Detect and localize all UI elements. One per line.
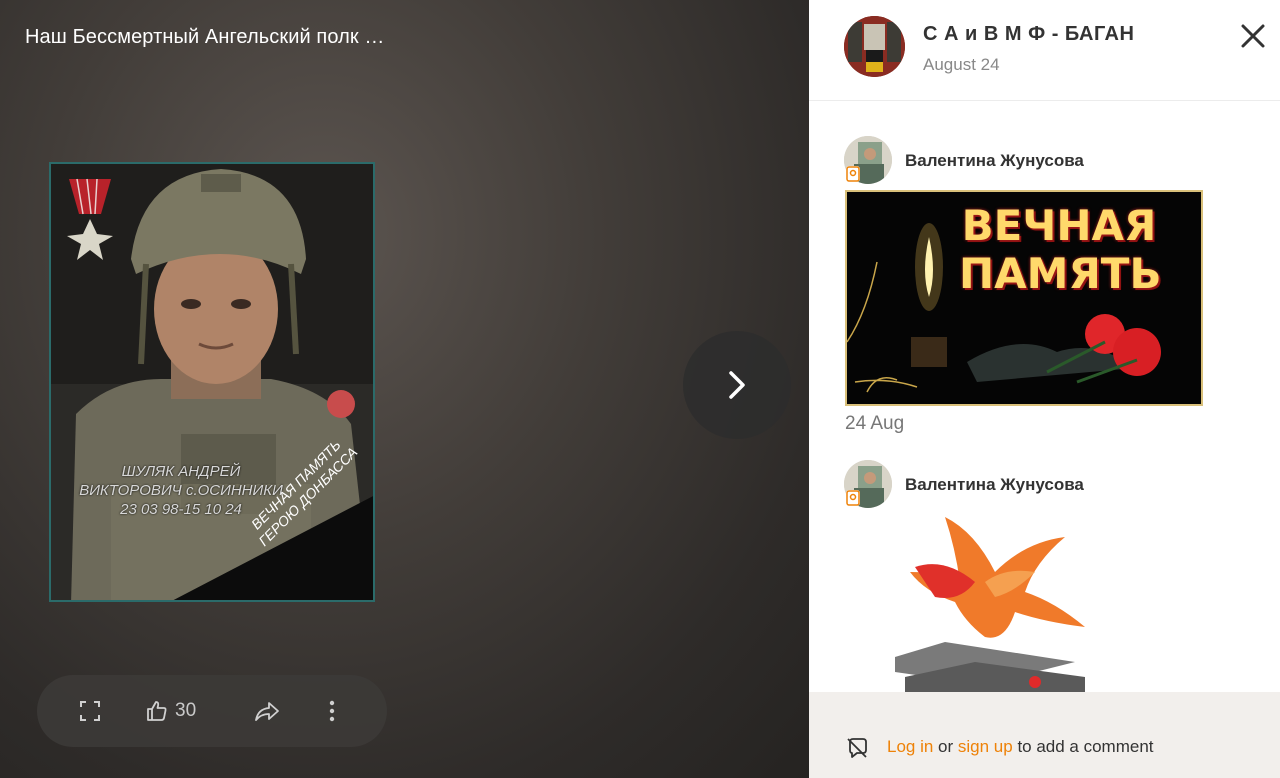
group-avatar[interactable]: [844, 16, 905, 77]
image-headline: ВЕЧНАЯ ПАМЯТЬ: [959, 201, 1162, 298]
close-icon: [1241, 24, 1265, 48]
fullscreen-button[interactable]: [79, 675, 101, 747]
share-button[interactable]: [254, 675, 280, 747]
photo-toolbar: 30: [37, 675, 387, 747]
album-title: Наш Бессмертный Ангельский полк …: [25, 26, 385, 48]
ok-badge-icon: [846, 166, 860, 182]
comment-image-phoenix[interactable]: [885, 512, 1105, 692]
more-vertical-icon: [329, 700, 335, 722]
comments-off-icon: [847, 738, 867, 758]
ok-badge-icon: [846, 490, 860, 506]
comment-date: 24 Aug: [845, 413, 905, 434]
login-link[interactable]: Log in: [887, 737, 933, 756]
fullscreen-icon: [80, 701, 100, 721]
phoenix-flame-image: [895, 517, 1085, 692]
share-icon: [255, 702, 279, 721]
image-headline-line-1: ВЕЧНАЯ: [961, 201, 1157, 250]
signup-link[interactable]: sign up: [958, 737, 1013, 756]
thumbs-up-icon: [147, 701, 167, 721]
more-options-button[interactable]: [328, 675, 336, 747]
login-prompt: Log in or sign up to add a comment: [887, 737, 1154, 757]
comment-author-name[interactable]: Валентина Жунусова: [905, 151, 1084, 171]
group-name[interactable]: С А и В М Ф - БАГАН: [923, 23, 1134, 46]
panel-header: С А и В М Ф - БАГАН August 24: [809, 0, 1280, 101]
image-headline-line-2: ПАМЯТЬ: [959, 249, 1162, 298]
login-prompt-or: or: [933, 737, 958, 756]
comment-author-name[interactable]: Валентина Жунусова: [905, 475, 1084, 495]
memorial-photo[interactable]: ШУЛЯК АНДРЕЙ ВИКТОРОВИЧ с.ОСИННИКИ 23 03…: [49, 162, 375, 602]
next-photo-button[interactable]: [683, 331, 791, 439]
comments-panel: С А и В М Ф - БАГАН August 24 Валентина …: [809, 0, 1280, 778]
group-emblem-image: [844, 16, 905, 77]
login-prompt-rest: to add a comment: [1012, 737, 1154, 756]
post-date: August 24: [923, 55, 1000, 74]
chevron-right-icon: [729, 371, 745, 399]
like-count: 30: [175, 700, 197, 721]
like-button[interactable]: 30: [145, 675, 196, 747]
photo-viewer: Наш Бессмертный Ангельский полк … ШУЛЯК …: [0, 0, 809, 778]
caption-name: ШУЛЯК АНДРЕЙ: [121, 463, 241, 480]
soldier-portrait: [51, 164, 373, 600]
comment-footer: Log in or sign up to add a comment: [809, 692, 1280, 778]
comment-image-eternal-memory[interactable]: ВЕЧНАЯ ПАМЯТЬ: [845, 190, 1203, 406]
close-button[interactable]: [1239, 22, 1267, 50]
